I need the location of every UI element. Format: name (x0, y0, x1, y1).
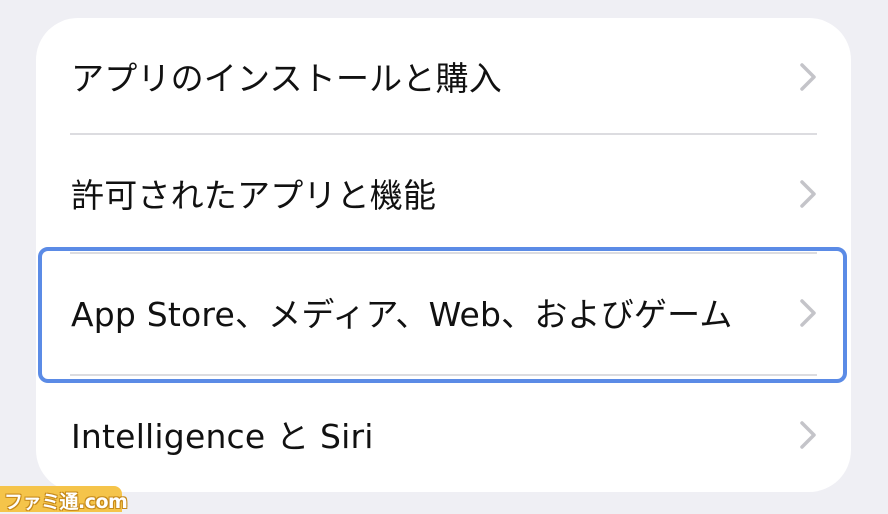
settings-row-label: 許可されたアプリと機能 (71, 176, 437, 216)
settings-row-app-store-media-web-games[interactable]: App Store、メディア、Web、およびゲーム (36, 254, 851, 372)
settings-row-intelligence-and-siri[interactable]: Intelligence と Siri (36, 376, 851, 492)
watermark-text: ファミ通.com (4, 491, 128, 513)
watermark-logo: ファミ通.com (0, 486, 128, 513)
chevron-right-icon (800, 180, 816, 208)
settings-row-label: App Store、メディア、Web、およびゲーム (71, 295, 733, 335)
chevron-right-icon (800, 421, 816, 449)
settings-row-allowed-apps-and-features[interactable]: 許可されたアプリと機能 (36, 135, 851, 253)
settings-list-card: アプリのインストールと購入 許可されたアプリと機能 App Store、メディア… (36, 18, 851, 492)
chevron-right-icon (800, 299, 816, 327)
settings-row-label: アプリのインストールと購入 (71, 59, 502, 99)
settings-row-app-installs-and-purchases[interactable]: アプリのインストールと購入 (36, 18, 851, 136)
settings-row-label: Intelligence と Siri (71, 417, 374, 457)
chevron-right-icon (800, 63, 816, 91)
